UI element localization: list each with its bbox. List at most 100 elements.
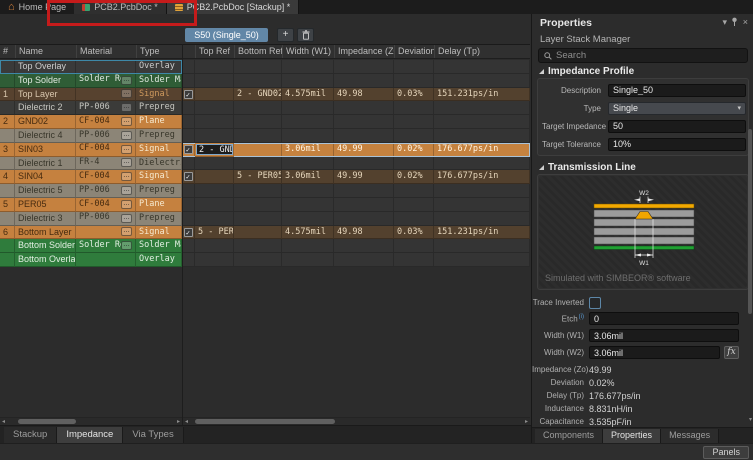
- material-name: CF-004: [79, 170, 121, 183]
- layer-row-sin04[interactable]: 4SIN04CF-004…Signal: [0, 170, 182, 184]
- layer-row-per05[interactable]: 5PER05CF-004…Plane: [0, 198, 182, 212]
- material-browse-button[interactable]: …: [121, 76, 132, 85]
- layer-row-top-layer[interactable]: 1Top Layer…Signal: [0, 88, 182, 102]
- tab-pcb2-pcbdoc[interactable]: PCB2.PcbDoc *: [74, 0, 167, 14]
- material-browse-button[interactable]: …: [121, 241, 132, 250]
- material-browse-button[interactable]: …: [121, 89, 132, 98]
- width-w2-field[interactable]: [589, 346, 720, 359]
- impedance-checkbox[interactable]: ✓: [184, 172, 193, 181]
- close-icon[interactable]: ×: [743, 17, 748, 27]
- material-browse-button[interactable]: …: [121, 172, 132, 181]
- material-name: Solder Resist: [79, 74, 121, 87]
- simbeor-watermark: Simulated with SIMBEOR® software: [545, 273, 691, 283]
- layer-row-bottom-layer[interactable]: 6Bottom Layer…Signal: [0, 226, 182, 240]
- column-header-deviation[interactable]: Deviation: [394, 45, 434, 58]
- column-header-bottom-ref[interactable]: Bottom Ref: [234, 45, 282, 58]
- cell-delay: 176.677ps/in: [434, 143, 530, 157]
- material-browse-button[interactable]: …: [121, 117, 132, 126]
- column-header-width-w1[interactable]: Width (W1): [282, 45, 334, 58]
- layer-row-bottom-overlay[interactable]: Bottom OverlayOverlay: [0, 253, 182, 267]
- trace-inverted-checkbox[interactable]: [589, 297, 601, 309]
- section-transmission-line[interactable]: Transmission Line: [539, 162, 636, 173]
- type-dropdown[interactable]: Single ▾: [608, 102, 746, 115]
- add-profile-button[interactable]: +: [277, 28, 294, 42]
- column-header-impedance-z0[interactable]: Impedance (Z0): [334, 45, 394, 58]
- delete-profile-button[interactable]: [297, 28, 314, 42]
- left-table-hscrollbar[interactable]: ◂ ▸: [0, 417, 182, 425]
- width-w1-field[interactable]: [589, 329, 739, 342]
- chevron-down-icon[interactable]: ▾: [722, 17, 727, 27]
- tab-home-page[interactable]: ⌂ Home Page: [0, 0, 74, 14]
- target-impedance-label: Target Impedance: [542, 122, 601, 131]
- material-browse-button[interactable]: …: [121, 158, 132, 167]
- material-browse-button[interactable]: …: [121, 131, 132, 140]
- layer-row-top-solder[interactable]: Top SolderSolder Resist…Solder Mask: [0, 74, 182, 88]
- panel-tab-components[interactable]: Components: [535, 429, 603, 443]
- column-header-[interactable]: #: [0, 45, 15, 58]
- impedance-grid-hscrollbar[interactable]: ◂ ▸: [183, 417, 530, 425]
- layer-row-dielectric-3[interactable]: Dielectric 3PP-006…Prepreg: [0, 212, 182, 226]
- impedance-checkbox[interactable]: ✓: [184, 90, 193, 99]
- column-header-name[interactable]: Name: [15, 45, 76, 58]
- column-header-enabled[interactable]: [182, 45, 195, 58]
- etch-field[interactable]: [589, 312, 739, 325]
- layer-row-gnd02[interactable]: 2GND02CF-004…Plane: [0, 115, 182, 129]
- tab-pcb2-pcbdoc-stackup[interactable]: PCB2.PcbDoc [Stackup] *: [167, 0, 300, 14]
- properties-search-box[interactable]: [538, 48, 748, 63]
- section-impedance-profile[interactable]: Impedance Profile: [539, 66, 634, 77]
- material-browse-button[interactable]: …: [121, 186, 132, 195]
- impedance-row-dielectric-4: [182, 129, 530, 143]
- panels-button[interactable]: Panels: [703, 446, 749, 459]
- equation-fx-button[interactable]: fx: [724, 346, 739, 359]
- column-header-material[interactable]: Material: [76, 45, 136, 58]
- pin-icon[interactable]: [731, 17, 738, 28]
- description-field[interactable]: [608, 84, 746, 97]
- tab-impedance[interactable]: Impedance: [57, 427, 123, 443]
- material-browse-button[interactable]: …: [121, 227, 132, 236]
- impedance-row-top-layer[interactable]: ✓2 - GND024.575mil49.980.03%151.231ps/in: [182, 88, 530, 102]
- panel-tab-messages[interactable]: Messages: [661, 429, 719, 443]
- cell-name: Top Overlay: [15, 60, 76, 74]
- material-browse-button[interactable]: …: [121, 145, 132, 154]
- cell-impedance: 49.98: [334, 88, 394, 102]
- impedance-row-bottom-layer[interactable]: ✓5 - PER054.575mil49.980.03%151.231ps/in: [182, 226, 530, 240]
- material-browse-button[interactable]: …: [121, 200, 132, 209]
- description-label: Description: [542, 86, 601, 95]
- result-label-delay-tp: Delay (Tp): [532, 391, 584, 400]
- scrollbar-thumb[interactable]: [195, 419, 335, 424]
- panel-tab-properties[interactable]: Properties: [603, 429, 661, 443]
- material-browse-button[interactable]: …: [121, 214, 132, 223]
- tab-stackup[interactable]: Stackup: [4, 427, 57, 443]
- scrollbar-thumb[interactable]: [18, 419, 76, 424]
- properties-vscrollbar-thumb[interactable]: [748, 129, 752, 314]
- material-browse-button[interactable]: …: [121, 103, 132, 112]
- grid-splitter[interactable]: [182, 44, 183, 425]
- layer-row-dielectric-4[interactable]: Dielectric 4PP-006…Prepreg: [0, 129, 182, 143]
- impedance-checkbox[interactable]: ✓: [184, 228, 193, 237]
- impedance-checkbox[interactable]: ✓: [184, 145, 193, 154]
- layer-row-dielectric-5[interactable]: Dielectric 5PP-006…Prepreg: [0, 184, 182, 198]
- target-impedance-field[interactable]: [608, 120, 746, 133]
- layer-row-sin03[interactable]: 3SIN03CF-004…Signal: [0, 143, 182, 157]
- cell-width-w1: [282, 101, 334, 115]
- ref-edit-cell[interactable]: 2 - GND02: [196, 144, 233, 155]
- cell-delay: [434, 101, 530, 115]
- cell-enabled: [182, 239, 195, 253]
- column-header-type[interactable]: Type: [136, 45, 182, 58]
- material-name: PP-006: [79, 184, 121, 197]
- column-header-top-ref[interactable]: Top Ref: [195, 45, 234, 58]
- search-input[interactable]: [556, 50, 742, 61]
- target-tolerance-field[interactable]: [608, 138, 746, 151]
- impedance-row-sin04[interactable]: ✓5 - PER053.06mil49.990.02%176.677ps/in: [182, 170, 530, 184]
- column-header-delay-tp[interactable]: Delay (Tp): [434, 45, 530, 58]
- impedance-profile-button[interactable]: S50 (Single_50): [185, 28, 268, 42]
- layer-row-top-overlay[interactable]: Top OverlayOverlay: [0, 60, 182, 74]
- tab-via-types[interactable]: Via Types: [123, 427, 183, 443]
- layer-row-dielectric-2[interactable]: Dielectric 2PP-006…Prepreg: [0, 101, 182, 115]
- scroll-down-icon[interactable]: ▾: [749, 417, 752, 423]
- layer-row-dielectric-1[interactable]: Dielectric 1FR-4…Dielectric: [0, 157, 182, 171]
- layer-row-bottom-solder[interactable]: Bottom SolderSolder Resist…Solder Mask: [0, 239, 182, 253]
- cell-top-ref: [195, 212, 234, 226]
- impedance-row-sin03[interactable]: ✓2 - GND023.06mil49.990.02%176.677ps/in: [182, 143, 530, 157]
- cell-enabled: [182, 101, 195, 115]
